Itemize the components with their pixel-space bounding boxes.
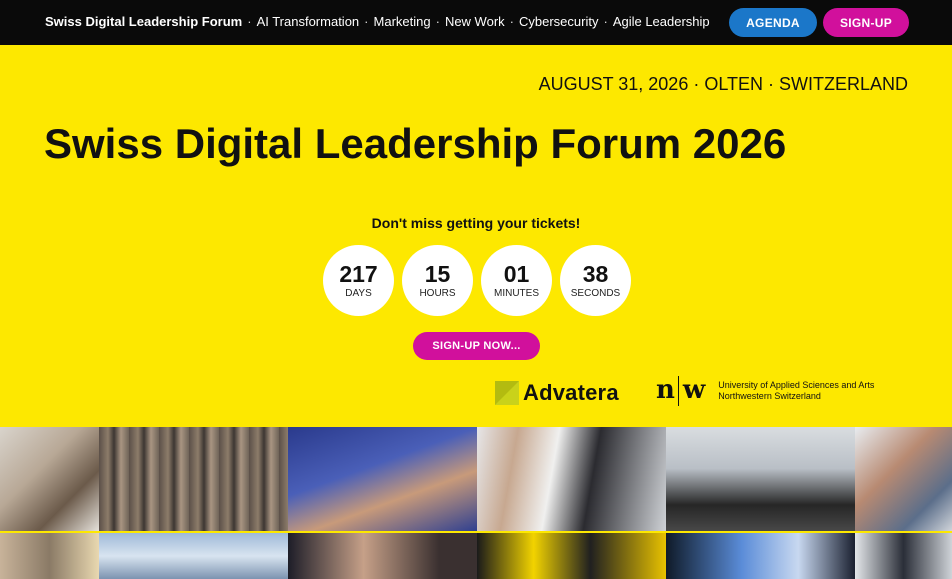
event-photo bbox=[0, 427, 99, 579]
nav-item-new-work[interactable]: New Work bbox=[445, 14, 505, 29]
audience-photo bbox=[288, 427, 477, 579]
agenda-button[interactable]: AGENDA bbox=[729, 8, 817, 37]
countdown-hours-value: 15 bbox=[424, 261, 451, 287]
fhnw-mark-left: n bbox=[656, 375, 675, 405]
countdown-minutes: 01 MINUTES bbox=[481, 245, 552, 316]
advatera-logo[interactable]: Advatera bbox=[495, 380, 619, 406]
ticket-tagline: Don't miss getting your tickets! bbox=[371, 215, 581, 231]
networking-photo bbox=[477, 427, 666, 579]
fhnw-line-1: University of Applied Sciences and Arts bbox=[718, 379, 875, 390]
countdown-days-label: DAYS bbox=[345, 288, 372, 299]
countdown-days: 217 DAYS bbox=[323, 245, 394, 316]
fhnw-logo[interactable]: nw University of Applied Sciences and Ar… bbox=[656, 375, 874, 406]
countdown-minutes-value: 01 bbox=[503, 261, 530, 287]
fhnw-line-2: Northwestern Switzerland bbox=[718, 390, 821, 401]
countdown-days-value: 217 bbox=[339, 261, 378, 287]
nav-separator: · bbox=[247, 14, 252, 29]
signup-button[interactable]: SIGN-UP bbox=[823, 8, 909, 37]
countdown-seconds-value: 38 bbox=[582, 261, 609, 287]
nav-brand-link[interactable]: Swiss Digital Leadership Forum bbox=[45, 14, 242, 29]
advatera-logo-text: Advatera bbox=[523, 380, 619, 405]
nav-separator: · bbox=[509, 14, 514, 29]
nav-item-ai-transformation[interactable]: AI Transformation bbox=[257, 14, 360, 29]
countdown-hours-label: HOURS bbox=[419, 288, 456, 299]
nav-item-cybersecurity[interactable]: Cybersecurity bbox=[519, 14, 598, 29]
fhnw-logo-icon: nw bbox=[656, 375, 705, 406]
nav-item-marketing[interactable]: Marketing bbox=[374, 14, 431, 29]
countdown-seconds-label: SECONDS bbox=[570, 288, 621, 299]
top-navigation-bar: Swiss Digital Leadership Forum · AI Tran… bbox=[0, 0, 952, 45]
nav-separator: · bbox=[603, 14, 608, 29]
event-photo-strip bbox=[0, 427, 952, 579]
countdown-seconds: 38 SECONDS bbox=[560, 245, 631, 316]
page-title: Swiss Digital Leadership Forum 2026 bbox=[44, 120, 787, 167]
countdown-minutes-label: MINUTES bbox=[494, 288, 539, 299]
countdown-timer: 217 DAYS 15 HOURS 01 MINUTES 38 SECONDS bbox=[323, 245, 631, 316]
fhnw-mark-right: w bbox=[682, 375, 705, 405]
advatera-logo-icon bbox=[495, 381, 519, 405]
crowd-photo bbox=[99, 427, 288, 579]
nav-separator: · bbox=[435, 14, 440, 29]
event-date-location: AUGUST 31, 2026 · OLTEN · SWITZERLAND bbox=[538, 74, 908, 94]
fhnw-logo-text: University of Applied Sciences and Arts … bbox=[718, 380, 874, 402]
speaker-photo bbox=[666, 427, 855, 579]
attendee-photo bbox=[855, 427, 952, 579]
nav-separator: · bbox=[364, 14, 369, 29]
countdown-hours: 15 HOURS bbox=[402, 245, 473, 316]
nav-item-agile-leadership[interactable]: Agile Leadership bbox=[613, 14, 710, 29]
signup-now-button[interactable]: SIGN-UP NOW... bbox=[413, 332, 540, 360]
topic-nav: Swiss Digital Leadership Forum · AI Tran… bbox=[45, 14, 710, 29]
